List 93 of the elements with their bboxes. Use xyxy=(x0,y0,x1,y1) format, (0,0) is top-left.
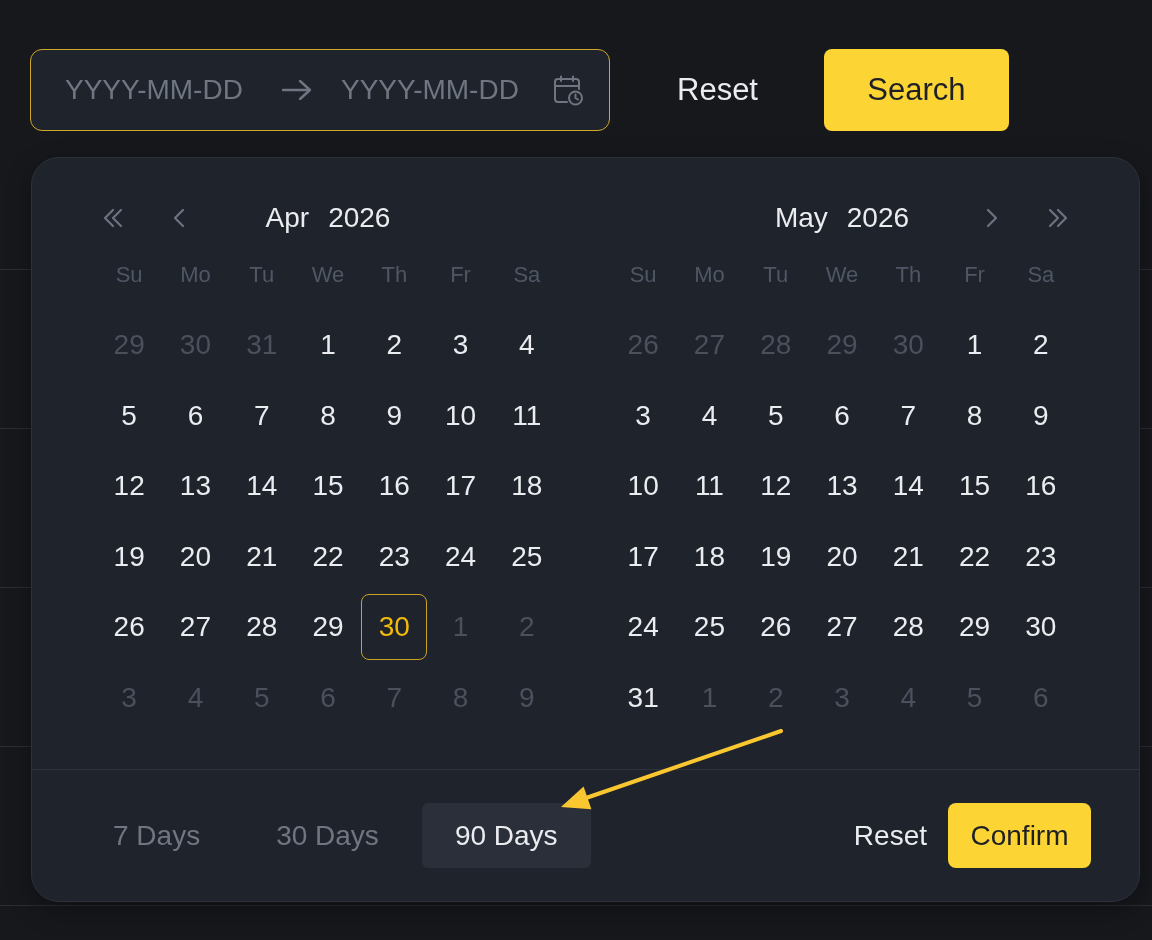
calendar-day[interactable]: 25 xyxy=(676,594,743,661)
calendar-day[interactable]: 14 xyxy=(228,453,295,520)
calendar-day[interactable]: 7 xyxy=(875,382,942,449)
month-button[interactable]: Apr xyxy=(265,202,310,234)
calendar-day[interactable]: 28 xyxy=(875,594,942,661)
calendar-day[interactable]: 1 xyxy=(941,312,1008,379)
calendar-day[interactable]: 7 xyxy=(228,382,295,449)
calendar-day[interactable]: 24 xyxy=(427,523,494,590)
weekday-label: Th xyxy=(381,262,408,288)
calendar-day[interactable]: 22 xyxy=(295,523,361,590)
calendar-day[interactable]: 20 xyxy=(162,523,229,590)
calendar-day[interactable]: 2 xyxy=(1007,312,1074,379)
weekday-label: Mo xyxy=(180,262,211,288)
calendar-day[interactable]: 9 xyxy=(1007,382,1074,449)
calendar-day[interactable]: 13 xyxy=(809,453,875,520)
calendar-day[interactable]: 10 xyxy=(610,453,677,520)
calendar-day[interactable]: 21 xyxy=(875,523,942,590)
year-button[interactable]: 2026 xyxy=(328,202,391,234)
calendar-day[interactable]: 23 xyxy=(1007,523,1074,590)
calendar-day[interactable]: 30 xyxy=(1007,594,1074,661)
calendar-day[interactable]: 30 xyxy=(361,594,428,661)
previous-year-button[interactable] xyxy=(101,206,125,230)
weekday-label: Su xyxy=(629,262,657,288)
confirm-button[interactable]: Confirm xyxy=(948,803,1091,868)
calendar-day[interactable]: 18 xyxy=(676,523,743,590)
calendar-day[interactable]: 27 xyxy=(162,594,229,661)
calendar-day[interactable]: 4 xyxy=(676,382,743,449)
calendar-day[interactable]: 5 xyxy=(742,382,809,449)
calendar-day[interactable]: 4 xyxy=(493,312,560,379)
calendar-day[interactable]: 5 xyxy=(96,382,163,449)
calendar-day[interactable]: 12 xyxy=(742,453,809,520)
calendar-day[interactable]: 12 xyxy=(96,453,163,520)
year-button[interactable]: 2026 xyxy=(846,202,910,234)
calendar-day[interactable]: 2 xyxy=(361,312,428,379)
weekday-label: Su xyxy=(115,262,143,288)
calendar-day[interactable]: 9 xyxy=(361,382,428,449)
calendar-day[interactable]: 21 xyxy=(228,523,295,590)
calendar-day[interactable]: 19 xyxy=(96,523,163,590)
calendar-day[interactable]: 13 xyxy=(162,453,229,520)
calendar-day[interactable]: 24 xyxy=(610,594,677,661)
calendar-day[interactable]: 1 xyxy=(295,312,361,379)
double-chevron-right-icon xyxy=(1046,206,1070,230)
calendar-day[interactable]: 17 xyxy=(427,453,494,520)
start-date-input[interactable]: YYYY-MM-DD xyxy=(65,71,251,109)
weekday-label: Tu xyxy=(763,262,789,288)
reset-button[interactable]: Reset xyxy=(677,72,758,108)
weekday-label: Th xyxy=(895,262,922,288)
search-button[interactable]: Search xyxy=(824,49,1009,131)
month-button[interactable]: May xyxy=(774,202,828,234)
reset-button[interactable]: Reset xyxy=(853,819,927,852)
calendar-day[interactable]: 15 xyxy=(941,453,1008,520)
calendar-day[interactable]: 20 xyxy=(809,523,875,590)
calendar-day[interactable]: 16 xyxy=(1007,453,1074,520)
calendar-day[interactable]: 16 xyxy=(361,453,428,520)
calendar-day[interactable]: 3 xyxy=(610,382,677,449)
weekday-label: Mo xyxy=(694,262,725,288)
calendar-day[interactable]: 23 xyxy=(361,523,428,590)
calendar-day[interactable]: 6 xyxy=(809,382,875,449)
calendar-day[interactable]: 14 xyxy=(875,453,942,520)
calendar-day[interactable]: 19 xyxy=(742,523,809,590)
calendar-day[interactable]: 29 xyxy=(295,594,361,661)
calendar-day[interactable]: 11 xyxy=(676,453,743,520)
calendar-clock-icon xyxy=(553,74,584,106)
calendar-day[interactable]: 22 xyxy=(941,523,1008,590)
calendar-day[interactable]: 26 xyxy=(96,594,163,661)
weekday-label: Fr xyxy=(964,262,985,288)
weekday-label: Fr xyxy=(450,262,471,288)
calendar-day[interactable]: 27 xyxy=(809,594,875,661)
weekday-label: We xyxy=(825,262,859,288)
arrow-right-icon xyxy=(281,78,313,102)
weekday-label: Tu xyxy=(249,262,275,288)
preset-button[interactable]: 90 Days xyxy=(421,803,591,868)
calendar-day[interactable]: 28 xyxy=(228,594,295,661)
calendar-day[interactable]: 17 xyxy=(610,523,677,590)
calendar-day[interactable]: 26 xyxy=(742,594,809,661)
weekday-label: We xyxy=(311,262,345,288)
calendar-day[interactable]: 25 xyxy=(493,523,560,590)
next-year-button[interactable] xyxy=(1046,206,1070,230)
weekday-label: Sa xyxy=(1027,262,1055,288)
date-range-field[interactable]: YYYY-MM-DD YYYY-MM-DD xyxy=(30,49,610,131)
weekday-label: Sa xyxy=(513,262,541,288)
calendar-day[interactable]: 11 xyxy=(493,382,560,449)
calendar-day[interactable]: 29 xyxy=(941,594,1008,661)
double-chevron-left-icon xyxy=(101,206,125,230)
calendar-day[interactable]: 3 xyxy=(427,312,494,379)
calendar-day[interactable]: 6 xyxy=(162,382,229,449)
calendar-day[interactable]: 31 xyxy=(610,664,677,731)
calendar-day[interactable]: 8 xyxy=(295,382,361,449)
calendar-day[interactable]: 10 xyxy=(427,382,494,449)
end-date-input[interactable]: YYYY-MM-DD xyxy=(341,71,527,109)
calendar-day[interactable]: 18 xyxy=(493,453,560,520)
calendar-day[interactable]: 8 xyxy=(941,382,1008,449)
calendar-day[interactable]: 15 xyxy=(295,453,361,520)
